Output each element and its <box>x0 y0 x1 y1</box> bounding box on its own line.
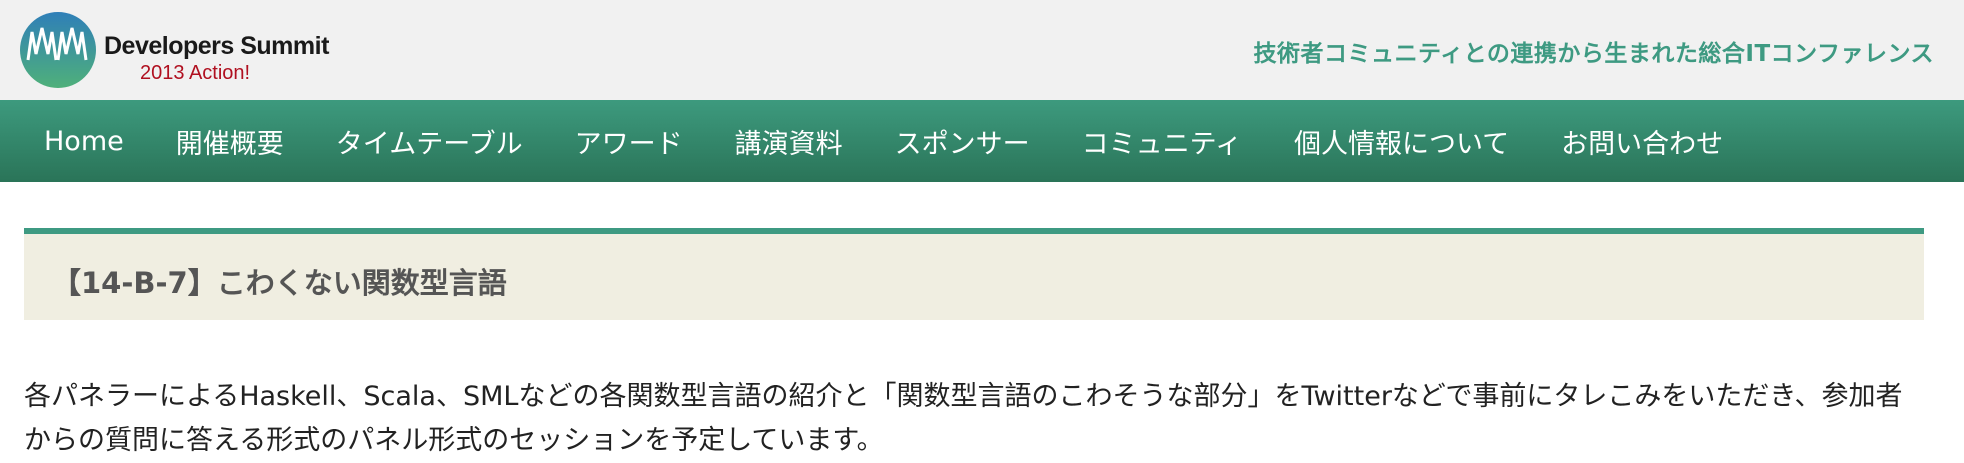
nav-item-sponsors[interactable]: スポンサー <box>869 122 1056 161</box>
nav-item-timetable[interactable]: タイムテーブル <box>310 122 549 161</box>
nav-item-contact[interactable]: お問い合わせ <box>1535 122 1749 161</box>
site-logo[interactable]: Developers Summit 2013 Action! <box>18 10 329 90</box>
nav-item-materials[interactable]: 講演資料 <box>709 122 869 161</box>
logo-title: Developers Summit <box>104 32 329 60</box>
logo-subtitle: 2013 Action! <box>140 62 251 84</box>
nav-item-home[interactable]: Home <box>18 126 150 157</box>
session-description: 各パネラーによるHaskell、Scala、SMLなどの各関数型言語の紹介と「関… <box>24 381 1903 456</box>
session-header: 【14-B-7】こわくない関数型言語 <box>24 228 1924 320</box>
main-nav: Home 開催概要 タイムテーブル アワード 講演資料 スポンサー コミュニティ… <box>0 100 1964 182</box>
site-tagline: 技術者コミュニティとの連携から生まれた総合ITコンファレンス <box>1253 41 1934 67</box>
site-header: Developers Summit 2013 Action! 技術者コミュニティ… <box>0 0 1964 100</box>
nav-item-award[interactable]: アワード <box>549 122 709 161</box>
nav-item-overview[interactable]: 開催概要 <box>150 122 310 161</box>
session-title: 【14-B-7】こわくない関数型言語 <box>52 266 507 300</box>
nav-item-community[interactable]: コミュニティ <box>1056 122 1268 161</box>
nav-item-privacy[interactable]: 個人情報について <box>1268 122 1535 161</box>
logo-mark-icon <box>20 12 96 88</box>
